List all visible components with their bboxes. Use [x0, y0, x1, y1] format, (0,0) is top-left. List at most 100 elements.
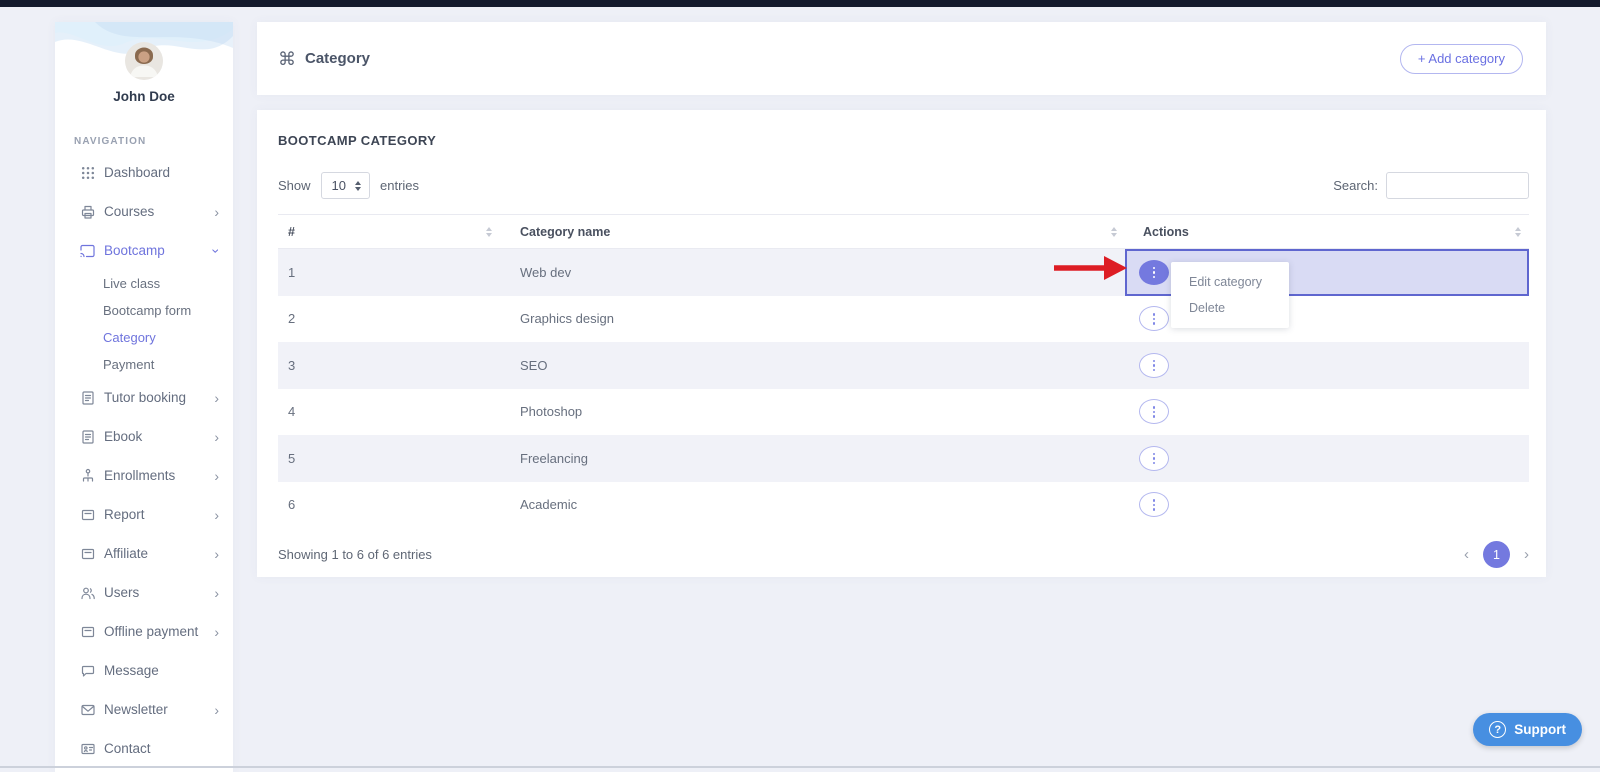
- column-header-category-name[interactable]: Category name: [500, 215, 1125, 248]
- table-row: 6 Academic: [278, 482, 1529, 529]
- pagination-page-1-button[interactable]: 1: [1483, 541, 1510, 568]
- sidebar-item-label: Tutor booking: [104, 389, 187, 405]
- card-title: BOOTCAMP CATEGORY: [278, 133, 437, 148]
- cell-num: 1: [288, 264, 296, 280]
- vertical-dots-icon: [1152, 322, 1156, 325]
- form-icon: [82, 429, 94, 444]
- sidebar-item-message[interactable]: Message: [55, 651, 233, 690]
- sidebar-subitem-live-class[interactable]: Live class: [55, 270, 233, 297]
- row-actions-button[interactable]: [1139, 492, 1169, 518]
- chat-icon: [81, 665, 95, 677]
- sidebar-item-label: Ebook: [104, 428, 143, 444]
- pagination-prev-button[interactable]: ‹: [1464, 547, 1469, 562]
- menu-item-delete[interactable]: Delete: [1171, 295, 1289, 321]
- column-header-label: #: [288, 224, 295, 239]
- row-actions-context-menu: Edit category Delete: [1171, 262, 1289, 328]
- chevron-right-icon: ›: [214, 203, 219, 220]
- archive-icon: [81, 509, 95, 520]
- vertical-dots-icon: [1152, 461, 1156, 464]
- support-label: Support: [1514, 722, 1566, 737]
- vertical-dots-icon: [1152, 508, 1156, 511]
- search-input[interactable]: [1386, 172, 1529, 199]
- page-length-control: Show 10 entries: [278, 172, 419, 199]
- row-actions-button[interactable]: [1139, 352, 1169, 378]
- search-control: Search:: [1333, 172, 1529, 199]
- column-header-actions[interactable]: Actions: [1125, 215, 1529, 248]
- mail-icon: [81, 704, 95, 715]
- row-actions-button[interactable]: [1139, 445, 1169, 471]
- support-button[interactable]: ? Support: [1473, 713, 1582, 746]
- cell-category-name: Academic: [520, 497, 578, 513]
- showing-entries-text: Showing 1 to 6 of 6 entries: [278, 547, 432, 562]
- table-row: 5 Freelancing: [278, 435, 1529, 482]
- search-label: Search:: [1333, 178, 1378, 193]
- cell-num: 3: [288, 357, 296, 373]
- vertical-dots-icon: [1152, 266, 1156, 269]
- sidebar-submenu-bootcamp: Live class Bootcamp form Category Payment: [55, 270, 233, 378]
- red-arrow-pointer-icon: [1054, 256, 1127, 280]
- contact-card-icon: [81, 743, 95, 754]
- add-category-button[interactable]: + Add category: [1399, 43, 1523, 74]
- pagination-next-button[interactable]: ›: [1524, 547, 1529, 562]
- sidebar-item-label: Bootcamp: [104, 242, 165, 258]
- sidebar-item-courses[interactable]: Courses ›: [55, 192, 233, 231]
- sidebar-item-contact[interactable]: Contact: [55, 729, 233, 768]
- chevron-right-icon: ›: [214, 545, 219, 562]
- category-table-card: BOOTCAMP CATEGORY Show 10 entries Search…: [257, 110, 1546, 577]
- cell-num: 2: [288, 311, 296, 327]
- table-controls: Show 10 entries Search:: [278, 172, 1529, 199]
- vertical-dots-icon: [1152, 275, 1156, 278]
- row-actions-button[interactable]: [1139, 399, 1169, 425]
- sidebar-subitem-bootcamp-form[interactable]: Bootcamp form: [55, 297, 233, 324]
- sort-icon: [486, 226, 492, 237]
- cell-num: 4: [288, 404, 296, 420]
- question-icon: ?: [1489, 721, 1507, 738]
- sidebar-item-bootcamp[interactable]: Bootcamp ›: [55, 231, 233, 270]
- cast-icon: [80, 244, 95, 257]
- vertical-dots-icon: [1152, 359, 1156, 362]
- sidebar-item-ebook[interactable]: Ebook ›: [55, 417, 233, 456]
- sidebar-item-users[interactable]: Users ›: [55, 573, 233, 612]
- page-header-card: ⌘ Category + Add category: [257, 22, 1546, 95]
- sidebar: John Doe NAVIGATION Dashboard Courses › B…: [55, 22, 233, 772]
- cell-category-name: SEO: [520, 357, 548, 373]
- sidebar-subitem-category[interactable]: Category: [55, 324, 233, 351]
- chevron-right-icon: ›: [214, 623, 219, 640]
- row-actions-button[interactable]: [1139, 259, 1169, 285]
- vertical-dots-icon: [1152, 317, 1156, 320]
- sidebar-item-newsletter[interactable]: Newsletter ›: [55, 690, 233, 729]
- sidebar-item-label: Dashboard: [104, 164, 171, 180]
- column-header-label: Category name: [520, 224, 611, 239]
- vertical-dots-icon: [1152, 457, 1156, 460]
- sidebar-item-label: Courses: [104, 203, 155, 219]
- cell-actions: [1125, 389, 1529, 436]
- vertical-dots-icon: [1152, 364, 1156, 367]
- vertical-dots-icon: [1152, 313, 1156, 316]
- page-length-select[interactable]: 10: [320, 172, 370, 199]
- cell-actions: [1125, 435, 1529, 482]
- vertical-dots-icon: [1152, 406, 1156, 409]
- sidebar-item-tutor-booking[interactable]: Tutor booking ›: [55, 378, 233, 417]
- printer-icon: [81, 205, 95, 219]
- bottom-window-edge: [0, 766, 1600, 768]
- sidebar-item-label: Contact: [104, 740, 151, 756]
- cell-actions: [1125, 342, 1529, 389]
- sidebar-subitem-payment[interactable]: Payment: [55, 351, 233, 378]
- top-window-bar: [0, 0, 1600, 7]
- sidebar-item-label: Enrollments: [104, 467, 176, 483]
- sidebar-item-report[interactable]: Report ›: [55, 495, 233, 534]
- sidebar-item-dashboard[interactable]: Dashboard: [55, 153, 233, 192]
- row-actions-button[interactable]: [1139, 306, 1169, 332]
- sidebar-item-affiliate[interactable]: Affiliate ›: [55, 534, 233, 573]
- sidebar-item-enrollments[interactable]: Enrollments ›: [55, 456, 233, 495]
- vertical-dots-icon: [1152, 271, 1156, 274]
- column-header-num[interactable]: #: [278, 215, 500, 248]
- command-icon: ⌘: [278, 48, 296, 69]
- table-row: 4 Photoshop: [278, 389, 1529, 436]
- table-row: 1 Web dev: [278, 249, 1529, 296]
- table-row: 2 Graphics design: [278, 296, 1529, 343]
- sidebar-item-offline-payment[interactable]: Offline payment ›: [55, 612, 233, 651]
- vertical-dots-icon: [1152, 452, 1156, 455]
- table-footer: Showing 1 to 6 of 6 entries ‹ 1 ›: [278, 541, 1529, 568]
- menu-item-edit-category[interactable]: Edit category: [1171, 269, 1289, 295]
